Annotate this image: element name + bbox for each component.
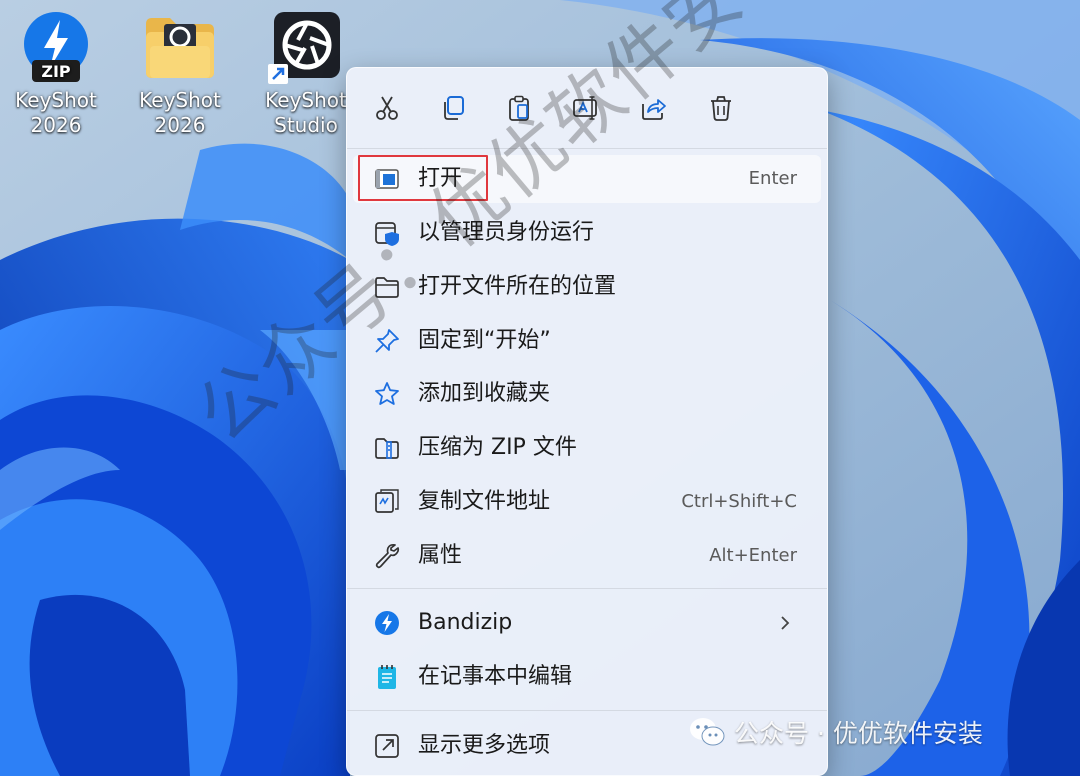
menu-item-add-to-favorites[interactable]: 添加到收藏夹 [353, 370, 821, 418]
wrench-icon [373, 542, 401, 570]
menu-item-pin-to-start[interactable]: 固定到“开始” [353, 317, 821, 365]
chevron-right-icon [781, 616, 790, 630]
desktop-icon-keyshot-zip[interactable]: ZIP KeyShot 2026 [0, 10, 112, 138]
desktop-icon-label-line2: 2026 [30, 113, 82, 137]
menu-item-bandizip[interactable]: Bandizip [353, 599, 821, 647]
clipboard-icon [509, 95, 529, 121]
menu-item-label: 在记事本中编辑 [418, 664, 573, 689]
rename-button[interactable] [566, 88, 606, 128]
menu-item-shortcut: Enter [748, 168, 797, 189]
cut-button[interactable] [367, 88, 407, 128]
menu-item-properties[interactable]: 属性 Alt+Enter [353, 532, 821, 580]
copy-button[interactable] [433, 88, 473, 128]
menu-item-run-as-admin[interactable]: 以管理员身份运行 [353, 209, 821, 257]
desktop-icon-label-line2: 2026 [154, 113, 206, 137]
share-button[interactable] [633, 88, 673, 128]
copy-icon [444, 96, 464, 120]
svg-text:ZIP: ZIP [41, 62, 71, 81]
menu-item-open-file-location[interactable]: 打开文件所在的位置 [353, 263, 821, 311]
desktop-icon-label: KeyShot [139, 88, 221, 112]
quick-actions-bar [347, 68, 827, 148]
notepad-icon [373, 663, 401, 691]
scissors-icon [376, 96, 398, 120]
menu-item-shortcut: Alt+Enter [709, 545, 797, 566]
trash-icon [711, 96, 731, 121]
menu-item-copy-as-path[interactable]: 复制文件地址 Ctrl+Shift+C [353, 478, 821, 526]
bandizip-icon [373, 609, 401, 637]
menu-item-edit-in-notepad[interactable]: 在记事本中编辑 [353, 653, 821, 701]
folder-outline-icon [373, 273, 401, 301]
menu-item-label: 添加到收藏夹 [418, 381, 551, 406]
star-icon [373, 380, 401, 408]
bandizip-zip-icon: ZIP [18, 10, 94, 86]
highlight-box [358, 155, 488, 201]
menu-item-label: 固定到“开始” [418, 328, 551, 353]
keyshot-studio-shortcut-icon [268, 10, 344, 86]
copy-path-icon [373, 488, 401, 516]
menu-item-shortcut: Ctrl+Shift+C [681, 491, 797, 512]
show-more-icon [373, 732, 401, 760]
desktop-icon-label: KeyShot [15, 88, 97, 112]
menu-item-compress-zip[interactable]: 压缩为 ZIP 文件 [353, 424, 821, 472]
paste-button[interactable] [499, 88, 539, 128]
share-icon [642, 99, 666, 120]
menu-item-label: Bandizip [418, 610, 513, 635]
menu-item-label: 压缩为 ZIP 文件 [418, 435, 577, 460]
folder-icon [142, 10, 218, 86]
menu-item-label: 以管理员身份运行 [418, 220, 595, 245]
menu-item-label: 显示更多选项 [418, 733, 551, 758]
desktop-icon-keyshot-folder[interactable]: KeyShot 2026 [124, 10, 236, 138]
separator [347, 148, 827, 149]
zip-folder-icon [373, 434, 401, 462]
separator [347, 588, 827, 589]
separator [347, 710, 827, 711]
rename-icon [573, 96, 597, 120]
menu-item-label: 复制文件地址 [418, 489, 551, 514]
admin-shield-icon [373, 219, 401, 247]
menu-item-label: 打开文件所在的位置 [418, 274, 617, 299]
menu-item-label: 属性 [418, 543, 463, 568]
menu-item-show-more-options[interactable]: 显示更多选项 [353, 722, 821, 770]
delete-button[interactable] [701, 88, 741, 128]
pin-icon [373, 327, 401, 355]
